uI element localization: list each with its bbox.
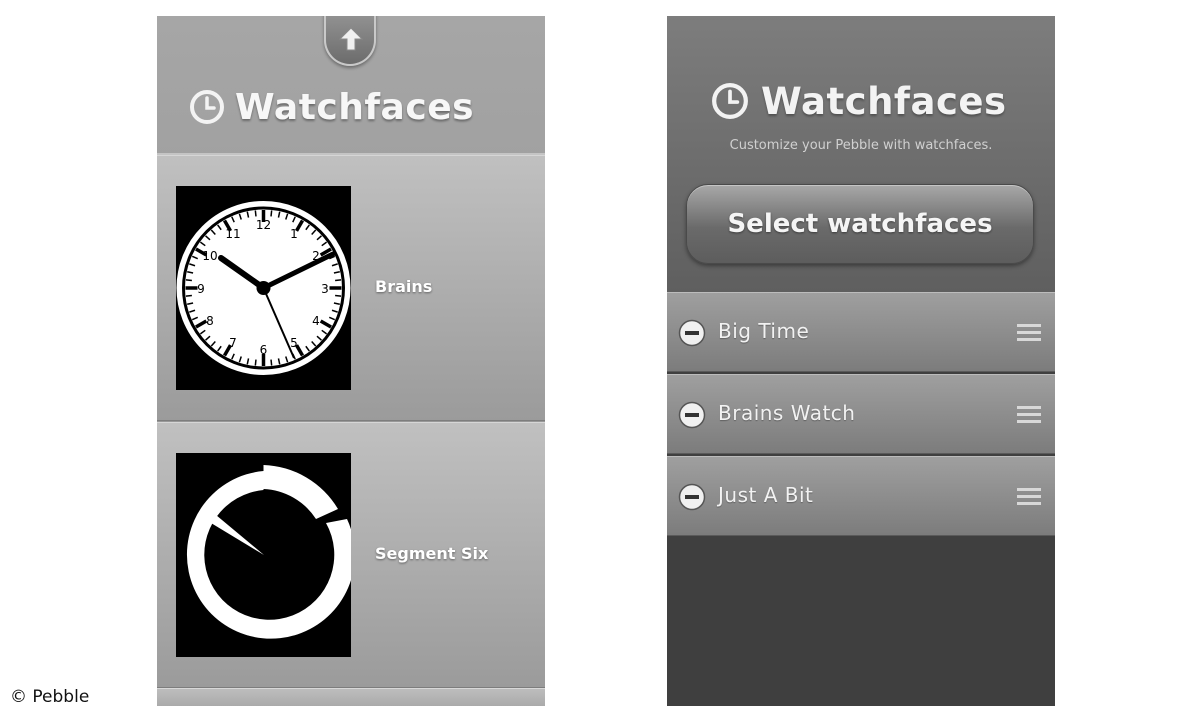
watchface-manager-screen: Watchfaces Customize your Pebble with wa… xyxy=(667,16,1055,706)
brains-thumbnail: 12 1 2 3 4 5 6 7 8 9 10 11 xyxy=(176,186,351,390)
clock-tick xyxy=(185,279,192,282)
page-title: Watchfaces xyxy=(711,79,1007,123)
list-item[interactable]: Brains Watch xyxy=(667,374,1055,454)
list-item[interactable]: Just A Bit xyxy=(667,456,1055,536)
list-item[interactable]: Big Time xyxy=(667,292,1055,372)
svg-text:7: 7 xyxy=(229,336,237,350)
drag-handle-icon[interactable] xyxy=(1017,405,1041,425)
segment-six-thumbnail xyxy=(176,453,355,657)
page-subtitle: Customize your Pebble with watchfaces. xyxy=(729,138,993,153)
title-text: Watchfaces xyxy=(761,79,1007,123)
minus-circle-icon[interactable] xyxy=(678,319,706,347)
watchfaces-header: Watchfaces xyxy=(157,16,545,154)
svg-text:5: 5 xyxy=(290,336,298,350)
svg-text:8: 8 xyxy=(206,314,214,328)
svg-text:11: 11 xyxy=(225,227,240,241)
clock-tick xyxy=(270,210,273,217)
clock-icon xyxy=(712,83,748,119)
select-watchfaces-button[interactable]: Select watchfaces xyxy=(686,184,1034,264)
drag-handle-icon[interactable] xyxy=(1017,487,1041,507)
analog-clock-image: 12 1 2 3 4 5 6 7 8 9 10 11 xyxy=(176,186,351,390)
clock-tick xyxy=(185,294,192,297)
watchface-name: Big Time xyxy=(718,319,810,343)
clock-tick xyxy=(335,279,342,282)
watchfaces-header: Watchfaces Customize your Pebble with wa… xyxy=(667,16,1055,292)
watchface-browser-screen: Watchfaces 12 1 2 3 4 5 6 7 8 9 10 11 Br… xyxy=(157,16,545,706)
clock-icon xyxy=(190,90,224,124)
copyright-credit: © Pebble xyxy=(10,687,90,707)
svg-text:4: 4 xyxy=(312,314,320,328)
svg-text:10: 10 xyxy=(202,249,217,263)
minus-circle-icon[interactable] xyxy=(678,401,706,429)
svg-text:9: 9 xyxy=(197,282,205,296)
svg-text:6: 6 xyxy=(260,343,268,357)
watchface-name: Brains xyxy=(375,277,433,296)
segment-six-image xyxy=(176,453,355,657)
clock-tick xyxy=(254,359,257,366)
svg-text:12: 12 xyxy=(256,218,271,232)
watchface-name: Brains Watch xyxy=(718,401,856,425)
watchface-name: Just A Bit xyxy=(718,483,814,507)
watchface-item-segment-six[interactable]: Segment Six xyxy=(157,422,545,688)
clock-tick xyxy=(254,210,257,217)
svg-text:3: 3 xyxy=(321,282,329,296)
minus-circle-icon[interactable] xyxy=(678,483,706,511)
list-bottom-edge xyxy=(157,688,545,706)
drag-handle-icon[interactable] xyxy=(1017,323,1041,343)
page-title: Watchfaces xyxy=(189,86,474,128)
svg-text:1: 1 xyxy=(290,227,298,241)
watchface-item-brains[interactable]: 12 1 2 3 4 5 6 7 8 9 10 11 Brains xyxy=(157,155,545,421)
title-text: Watchfaces xyxy=(235,86,475,128)
clock-tick xyxy=(270,359,273,366)
clock-tick xyxy=(335,294,342,297)
watchface-name: Segment Six xyxy=(375,544,489,563)
